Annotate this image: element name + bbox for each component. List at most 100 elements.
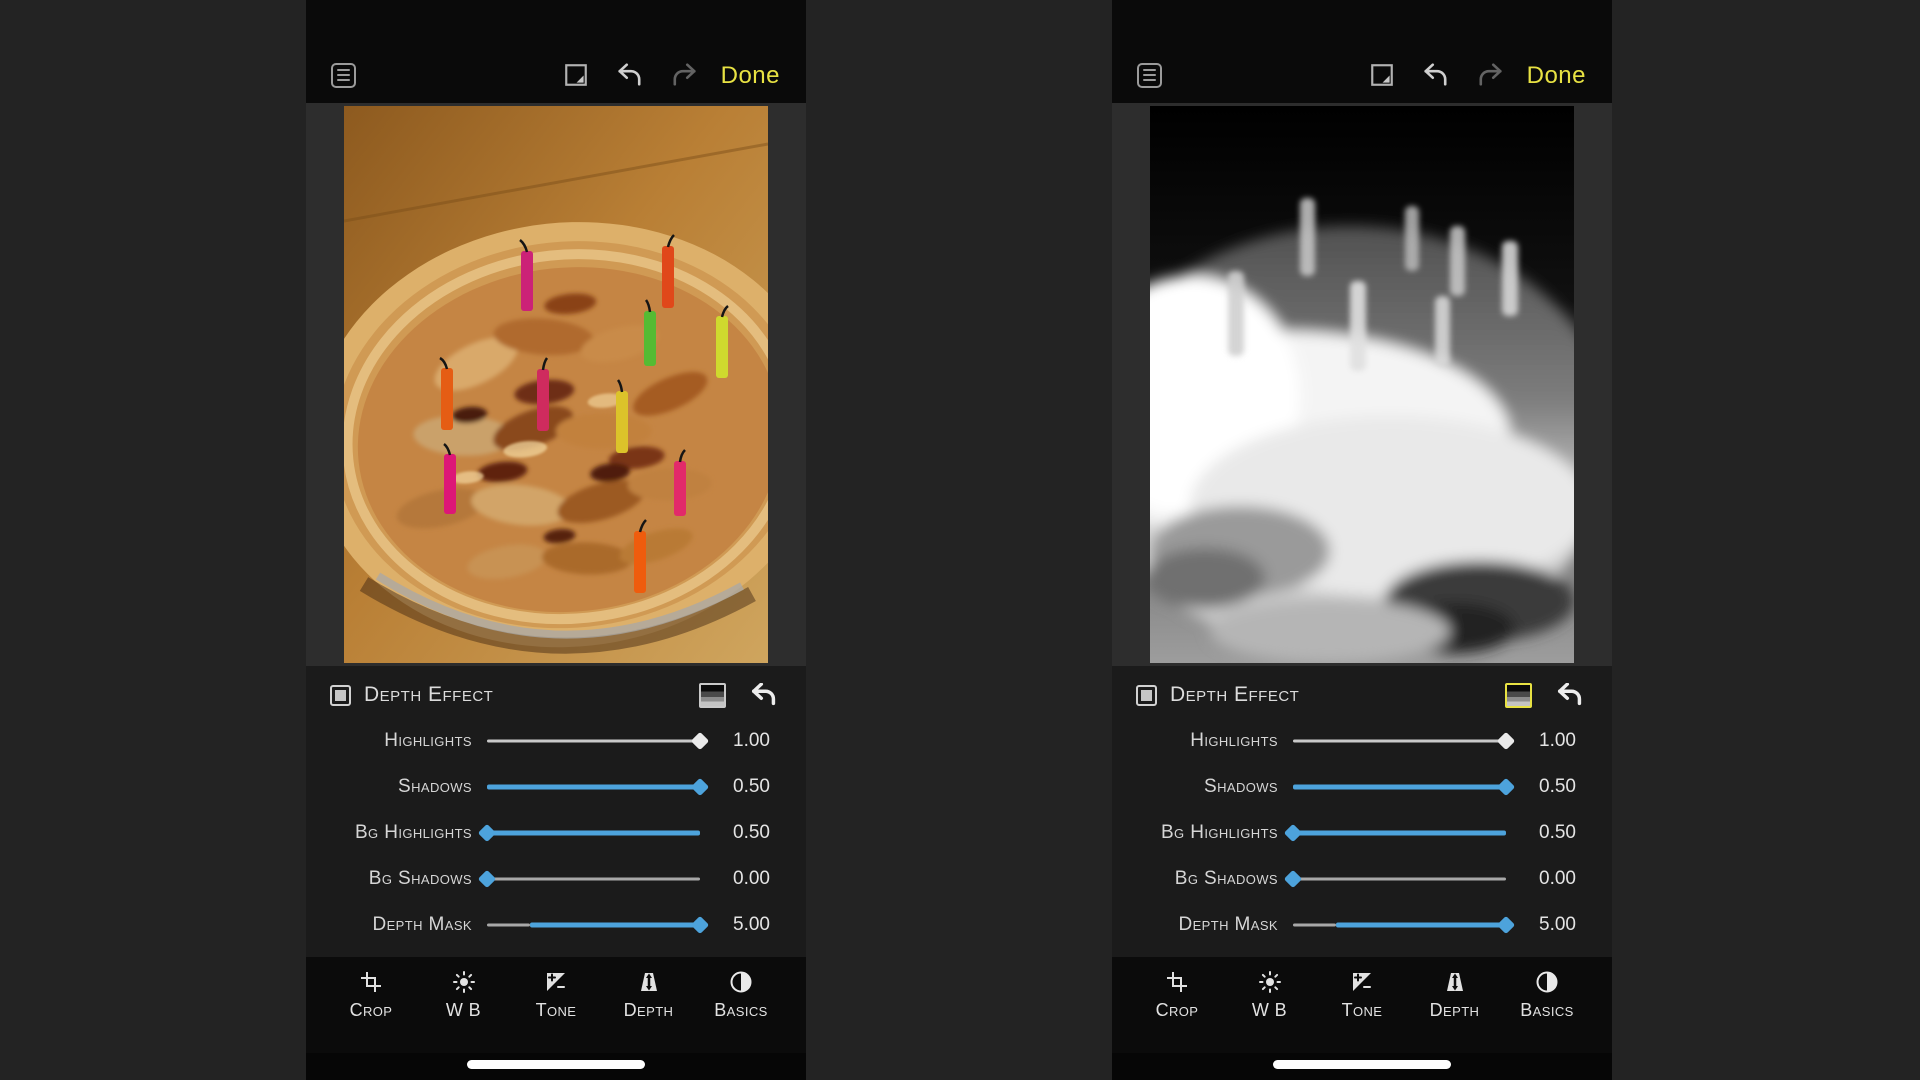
toolbar-item-label: Crop (1156, 1000, 1199, 1021)
slider-value: 0.50 (1506, 776, 1612, 798)
toolbar-item-basics[interactable]: Basics (1512, 969, 1582, 1053)
slider-rows: Highlights 1.00 Shadows 0.50 Bg Highlights 0.… (1112, 716, 1612, 948)
slider-handle[interactable] (1284, 870, 1302, 888)
slider-track[interactable] (1293, 917, 1506, 933)
slider-value: 0.50 (700, 776, 806, 798)
toolbar-item-depth[interactable]: Depth (614, 969, 684, 1053)
top-toolbar: Done (306, 0, 806, 103)
top-toolbar: Done (1112, 0, 1612, 103)
toolbar-item-wb[interactable]: W B (1235, 969, 1305, 1053)
slider-track-segment (487, 831, 700, 836)
undo-icon[interactable] (1421, 61, 1451, 89)
slider-label: Bg Shadows (306, 868, 472, 890)
depth-icon (1443, 969, 1467, 995)
toolbar-item-label: W B (1252, 1000, 1287, 1021)
redo-icon[interactable] (1475, 61, 1505, 89)
toolbar-item-label: W B (446, 1000, 481, 1021)
toolbar-item-tone[interactable]: Tone (521, 969, 591, 1053)
depth-effect-checkbox[interactable] (330, 685, 351, 706)
slider-rows: Highlights1.00Shadows0.50Bg Highlights0.… (306, 716, 806, 948)
toolbar-item-crop[interactable]: Crop (1142, 969, 1212, 1053)
home-indicator[interactable] (1273, 1060, 1451, 1069)
toolbar-item-wb[interactable]: W B (429, 969, 499, 1053)
slider-track-segment (487, 878, 700, 881)
slider-handle[interactable] (478, 824, 496, 842)
before-after-icon[interactable] (561, 61, 591, 89)
slider-track[interactable] (1293, 825, 1506, 841)
slider-value: 5.00 (1506, 914, 1612, 936)
toolbar-item-crop[interactable]: Crop (336, 969, 406, 1053)
depth-effect-checkbox[interactable] (1136, 685, 1157, 706)
reset-icon[interactable] (750, 682, 778, 708)
basics-icon (729, 969, 753, 995)
slider-handle[interactable] (1284, 824, 1302, 842)
slider-row: Highlights 1.00 (1112, 718, 1612, 764)
slider-value: 1.00 (1506, 730, 1612, 752)
slider-value: 0.50 (1506, 822, 1612, 844)
slider-label: Highlights (1112, 730, 1278, 752)
toolbar-item-label: Basics (1520, 1000, 1573, 1021)
slider-row: Bg Highlights0.50 (306, 810, 806, 856)
reset-icon[interactable] (1556, 682, 1584, 708)
slider-track[interactable] (487, 733, 700, 749)
slider-track[interactable] (1293, 733, 1506, 749)
toolbar-item-label: Crop (350, 1000, 393, 1021)
slider-track[interactable] (487, 779, 700, 795)
menu-icon-glyph (331, 63, 356, 88)
basics-icon (1535, 969, 1559, 995)
depth-mask-toggle-icon[interactable] (699, 683, 726, 708)
toolbar-item-label: Tone (536, 1000, 577, 1021)
slider-value: 0.00 (700, 868, 806, 890)
panel-title: Depth Effect (364, 683, 493, 707)
slider-value: 1.00 (700, 730, 806, 752)
tone-icon (1350, 969, 1374, 995)
slider-value: 0.50 (700, 822, 806, 844)
menu-icon-glyph (1137, 63, 1162, 88)
toolbar-item-tone[interactable]: Tone (1327, 969, 1397, 1053)
phone-screen-photo: Done (306, 0, 806, 1080)
slider-track-segment (1293, 831, 1506, 836)
done-button[interactable]: Done (1527, 63, 1586, 89)
slider-row: Shadows 0.50 (306, 764, 806, 810)
slider-track-segment (1336, 923, 1506, 928)
toolbar-item-depth[interactable]: Depth (1420, 969, 1490, 1053)
slider-handle[interactable] (478, 870, 496, 888)
slider-track-segment (487, 785, 700, 790)
slider-label: Shadows (1112, 776, 1278, 798)
panel-header: Depth Effect (1112, 674, 1612, 716)
before-after-icon[interactable] (1367, 61, 1397, 89)
toolbar-item-label: Tone (1342, 1000, 1383, 1021)
crop-icon (359, 969, 383, 995)
slider-track-segment (530, 923, 700, 928)
slider-track[interactable] (487, 917, 700, 933)
slider-row: Shadows 0.50 (1112, 764, 1612, 810)
slider-track[interactable] (487, 825, 700, 841)
depth-effect-panel: Depth Effect Highlights 1.00 Shadows 0.50 Bg… (1112, 666, 1612, 957)
slider-row: Highlights 1.00 (306, 718, 806, 764)
slider-label: Highlights (306, 730, 472, 752)
slider-value: 5.00 (700, 914, 806, 936)
toolbar-item-label: Basics (714, 1000, 767, 1021)
panel-header: Depth Effect (306, 674, 806, 716)
undo-icon[interactable] (615, 61, 645, 89)
slider-label: Shadows (306, 776, 472, 798)
depth-mask-image (1150, 106, 1574, 663)
redo-icon[interactable] (669, 61, 699, 89)
slider-track-segment (1293, 878, 1506, 881)
slider-row: Bg Shadows0.00 (1112, 856, 1612, 902)
slider-value: 0.00 (1506, 868, 1612, 890)
home-indicator[interactable] (467, 1060, 645, 1069)
slider-track-segment (1293, 924, 1336, 927)
menu-icon[interactable] (328, 61, 358, 89)
done-button[interactable]: Done (721, 63, 780, 89)
toolbar-item-basics[interactable]: Basics (706, 969, 776, 1053)
crop-icon (1165, 969, 1189, 995)
bottom-strip (306, 1053, 806, 1080)
menu-icon[interactable] (1134, 61, 1164, 89)
slider-track[interactable] (487, 871, 700, 887)
slider-label: Bg Highlights (1112, 822, 1278, 844)
depth-icon (637, 969, 661, 995)
slider-track[interactable] (1293, 871, 1506, 887)
slider-track[interactable] (1293, 779, 1506, 795)
depth-mask-toggle-icon[interactable] (1505, 683, 1532, 708)
